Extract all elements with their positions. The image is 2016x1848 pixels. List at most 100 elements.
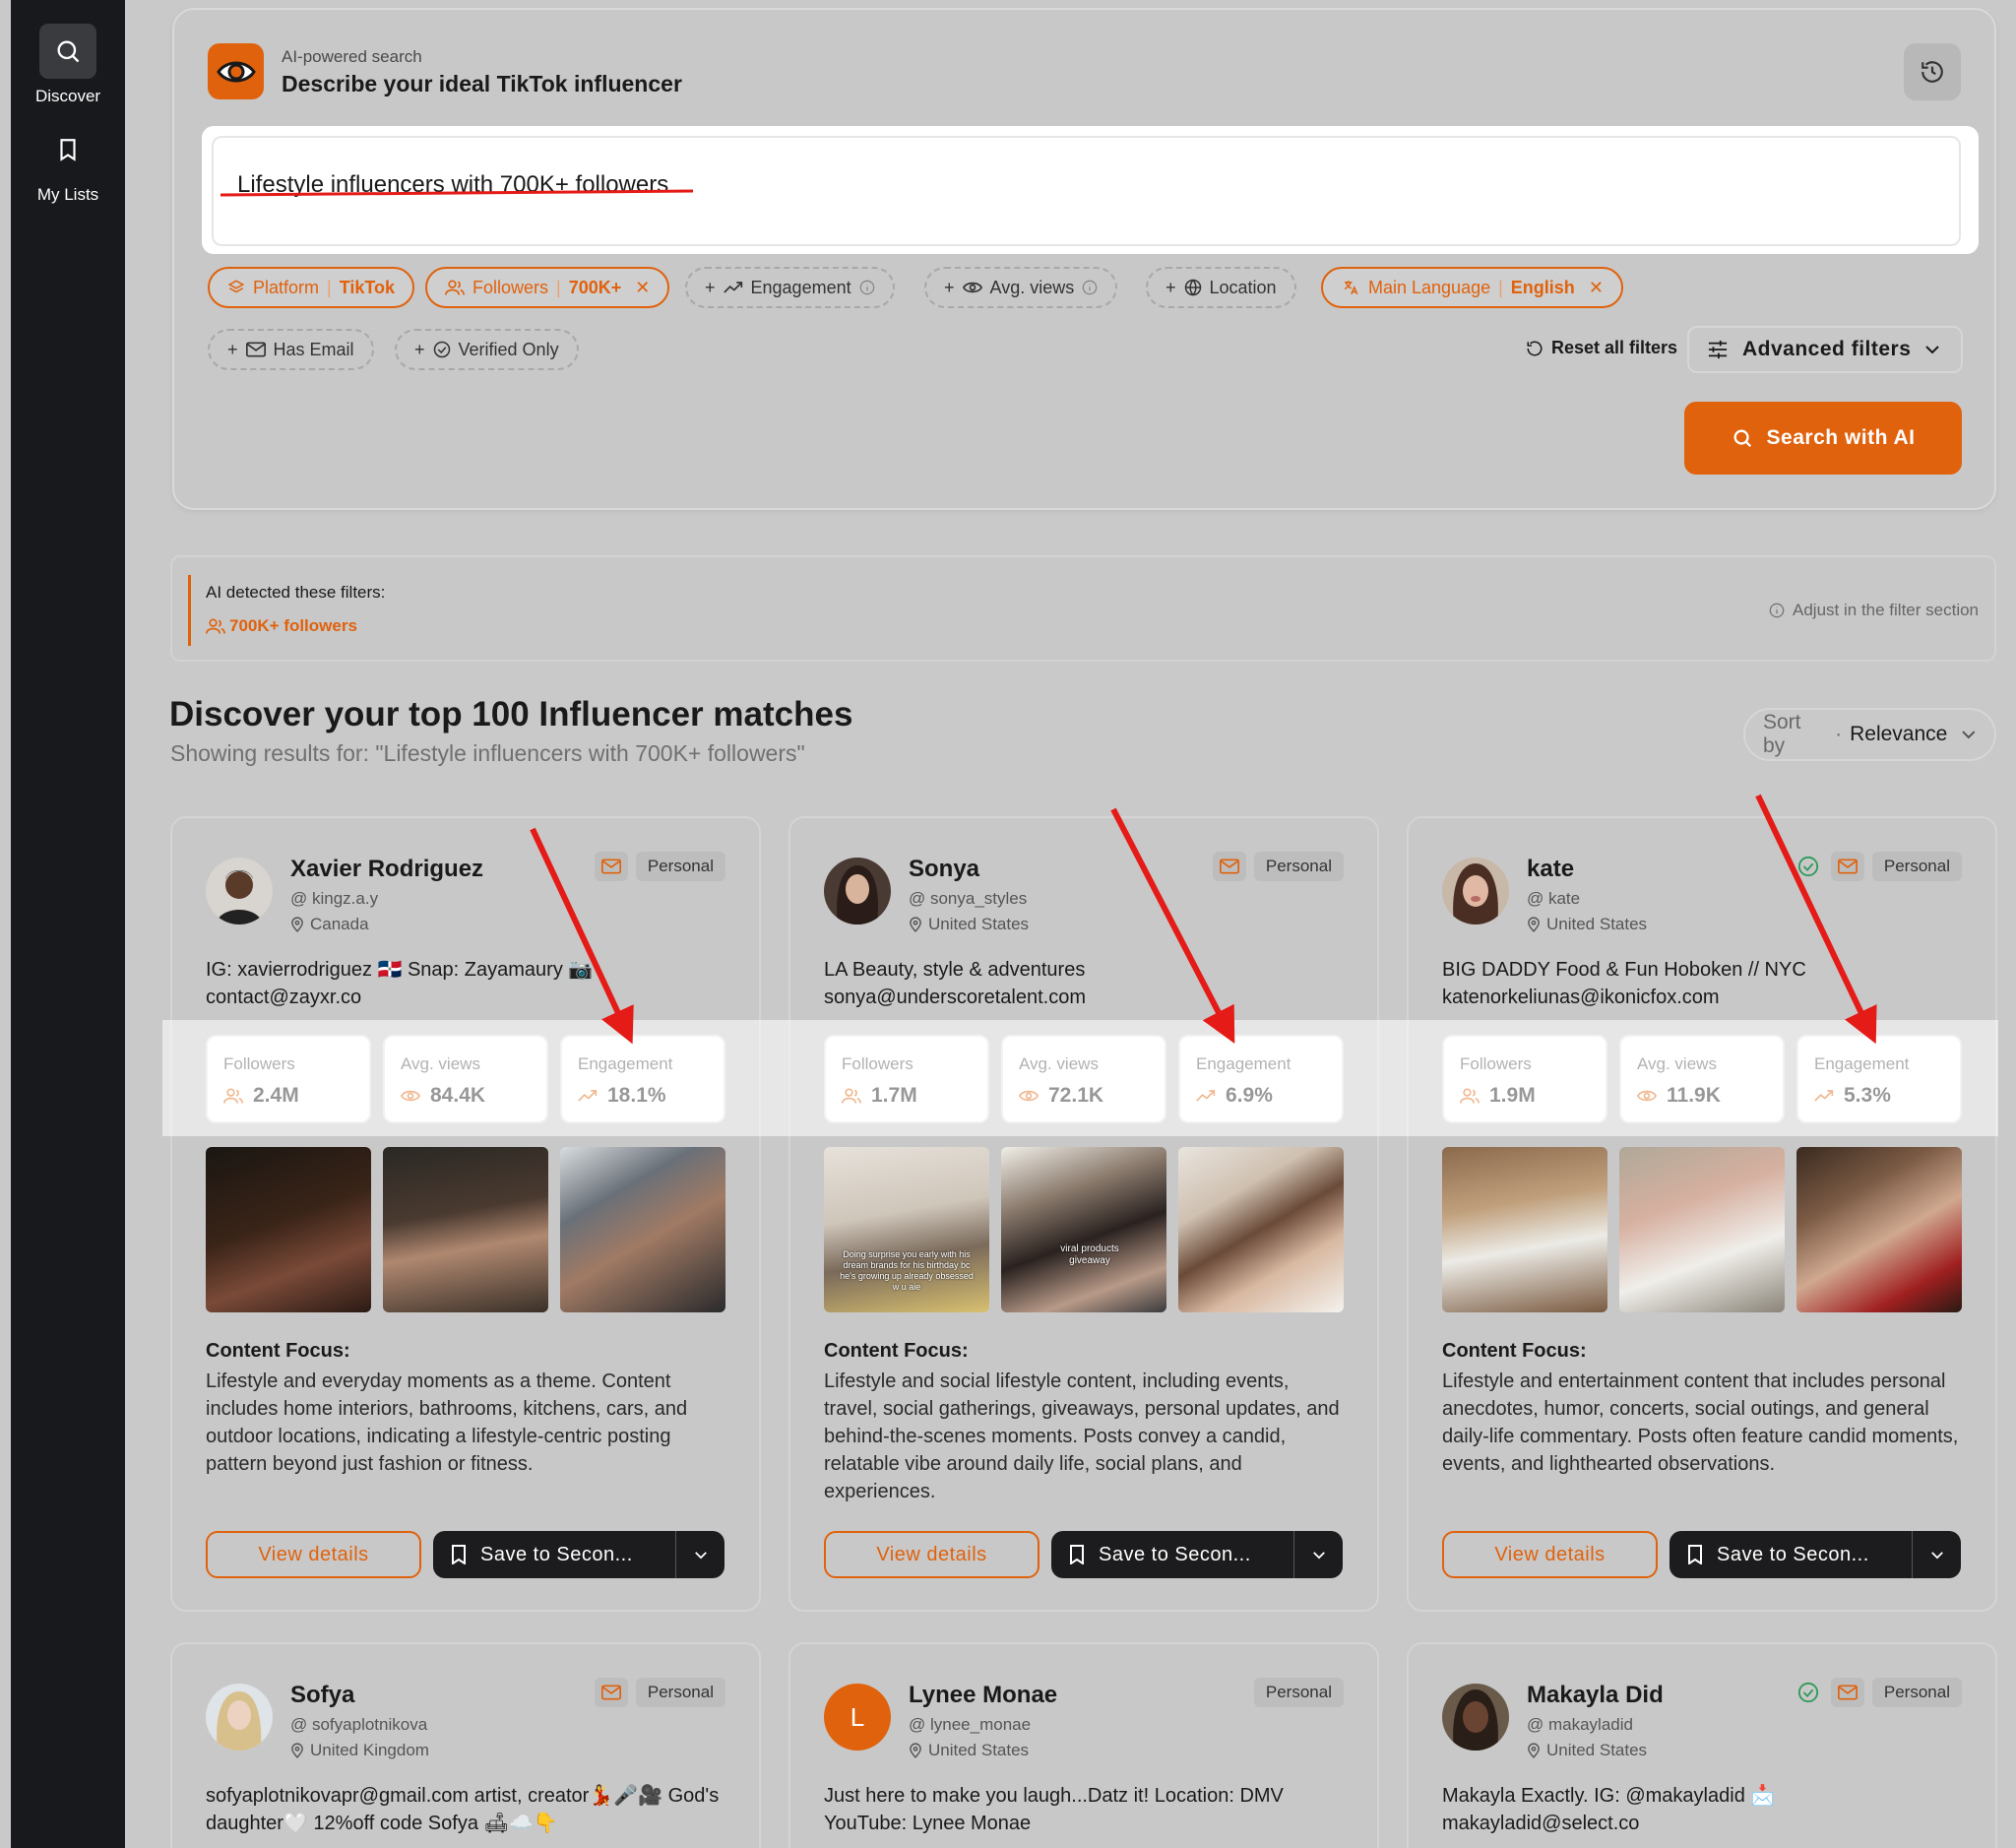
red-underline-annotation	[220, 189, 694, 197]
post-thumbnail[interactable]	[560, 1147, 725, 1312]
advanced-filters-button[interactable]: Advanced filters	[1687, 326, 1963, 373]
influencer-location: Canada	[290, 915, 369, 934]
save-to-list-button[interactable]: Save to Secon...	[1051, 1531, 1343, 1578]
personal-badge: Personal	[635, 852, 725, 881]
avatar	[206, 858, 273, 924]
save-dropdown-toggle[interactable]	[1912, 1531, 1961, 1578]
post-thumbnail[interactable]	[1178, 1147, 1344, 1312]
info-icon	[1769, 603, 1785, 618]
content-focus-text: Lifestyle and social lifestyle content, …	[824, 1370, 1340, 1502]
search-title: Describe your ideal TikTok influencer	[282, 71, 682, 96]
post-thumbnail[interactable]	[1796, 1147, 1962, 1312]
post-thumbnail[interactable]	[1442, 1147, 1607, 1312]
users-icon	[1460, 1088, 1480, 1104]
post-thumbnail[interactable]: viral products giveaway	[1001, 1147, 1166, 1312]
influencer-location: United States	[1527, 1741, 1647, 1760]
stat-engagement: Engagement 18.1%	[560, 1035, 725, 1123]
save-to-list-button[interactable]: Save to Secon...	[433, 1531, 724, 1578]
chip-engagement[interactable]: + Engagement	[685, 267, 895, 308]
influencer-card: Sonya @ sonya_styles United States Perso…	[788, 816, 1379, 1612]
mail-icon[interactable]	[1212, 852, 1246, 881]
influencer-card: Sofya @ sofyaplotnikova United Kingdom P…	[170, 1642, 761, 1848]
influencer-location: United States	[909, 1741, 1029, 1760]
chip-main-language[interactable]: Main Language | English ✕	[1321, 267, 1623, 308]
badges: Personal	[1253, 1678, 1344, 1707]
badges: Personal	[594, 1678, 725, 1707]
avatar	[1442, 1684, 1509, 1751]
save-to-list-button[interactable]: Save to Secon...	[1670, 1531, 1961, 1578]
badges: Personal	[594, 852, 725, 881]
content-focus-title: Content Focus:	[206, 1340, 350, 1362]
influencer-bio: BIG DADDY Food & Fun Hoboken // NYC kate…	[1442, 959, 1806, 1008]
sort-by-dropdown[interactable]: Sort by · Relevance	[1743, 708, 1996, 761]
sidebar-item-discover[interactable]: Discover	[11, 24, 125, 106]
influencer-location: United Kingdom	[290, 1741, 429, 1760]
ai-detected-filters: AI detected these filters: 700K+ followe…	[170, 555, 1996, 662]
mail-icon[interactable]	[1830, 852, 1864, 881]
post-thumbnail[interactable]: Doing surprise you early with his dream …	[824, 1147, 989, 1312]
influencer-name[interactable]: Lynee Monae	[909, 1682, 1057, 1709]
post-thumbnail[interactable]	[383, 1147, 548, 1312]
history-button[interactable]	[1904, 43, 1961, 100]
chip-has-email[interactable]: + Has Email	[208, 329, 374, 370]
personal-badge: Personal	[1871, 852, 1962, 881]
content-focus-text: Lifestyle and entertainment content that…	[1442, 1370, 1959, 1475]
post-thumbnail[interactable]	[206, 1147, 371, 1312]
eye-logo-icon	[208, 43, 264, 99]
stat-avg-views: Avg. views 84.4K	[383, 1035, 548, 1123]
avatar: L	[824, 1684, 891, 1751]
pin-icon	[910, 917, 921, 932]
stat-avg-views: Avg. views 11.9K	[1619, 1035, 1785, 1123]
verified-check-icon	[1794, 852, 1823, 881]
query-input-wrapper: Lifestyle influencers with 700K+ followe…	[202, 126, 1979, 254]
influencer-handle: @ kingz.a.y	[290, 889, 379, 908]
influencer-card: L Lynee Monae @ lynee_monae United State…	[788, 1642, 1379, 1848]
search-with-ai-button[interactable]: Search with AI	[1684, 402, 1962, 475]
post-thumbnail[interactable]	[1619, 1147, 1785, 1312]
close-icon[interactable]: ✕	[1589, 278, 1604, 298]
view-details-button[interactable]: View details	[1442, 1531, 1658, 1578]
sidebar-item-my-lists[interactable]: My Lists	[11, 122, 125, 205]
translate-icon	[1344, 281, 1358, 295]
chip-followers[interactable]: Followers | 700K+ ✕	[425, 267, 670, 308]
mail-icon	[245, 342, 266, 357]
influencer-name[interactable]: Makayla Did	[1527, 1682, 1664, 1709]
chip-verified-only[interactable]: + Verified Only	[395, 329, 579, 370]
avatar	[206, 1684, 273, 1751]
chevron-down-icon	[694, 1551, 707, 1559]
chevron-down-icon	[1962, 731, 1976, 739]
save-dropdown-toggle[interactable]	[1293, 1531, 1343, 1578]
pin-icon	[1528, 917, 1540, 932]
influencer-name[interactable]: Sofya	[290, 1682, 354, 1709]
influencer-name[interactable]: kate	[1527, 856, 1574, 883]
view-details-button[interactable]: View details	[206, 1531, 421, 1578]
trend-icon	[1196, 1090, 1216, 1102]
mail-icon[interactable]	[594, 852, 628, 881]
chip-avg-views[interactable]: + Avg. views	[924, 267, 1118, 308]
chip-platform[interactable]: Platform | TikTok	[208, 267, 415, 308]
influencer-name[interactable]: Sonya	[909, 856, 979, 883]
save-dropdown-toggle[interactable]	[675, 1531, 724, 1578]
reset-filters-button[interactable]: Reset all filters	[1526, 338, 1677, 358]
view-details-button[interactable]: View details	[824, 1531, 1040, 1578]
pin-icon	[910, 1743, 921, 1758]
mail-icon[interactable]	[1830, 1678, 1864, 1707]
users-icon	[842, 1088, 861, 1104]
users-icon	[223, 1088, 243, 1104]
personal-badge: Personal	[1253, 852, 1344, 881]
plus-icon: +	[227, 339, 238, 359]
influencer-card: Xavier Rodriguez @ kingz.a.y Canada Pers…	[170, 816, 761, 1612]
sidebar-item-label: My Lists	[36, 185, 99, 204]
close-icon[interactable]: ✕	[635, 278, 650, 298]
mail-icon[interactable]	[594, 1678, 628, 1707]
check-circle-icon	[433, 341, 450, 358]
bookmark-icon	[1070, 1545, 1084, 1564]
influencer-handle: @ makayladid	[1527, 1715, 1633, 1734]
avatar	[824, 858, 891, 924]
globe-icon	[1184, 279, 1201, 296]
chip-location[interactable]: + Location	[1146, 267, 1296, 308]
influencer-bio: LA Beauty, style & adventures sonya@unde…	[824, 959, 1086, 1008]
detected-tag[interactable]: 700K+ followers	[206, 616, 357, 636]
influencer-name[interactable]: Xavier Rodriguez	[290, 856, 483, 883]
stat-followers: Followers 1.9M	[1442, 1035, 1607, 1123]
